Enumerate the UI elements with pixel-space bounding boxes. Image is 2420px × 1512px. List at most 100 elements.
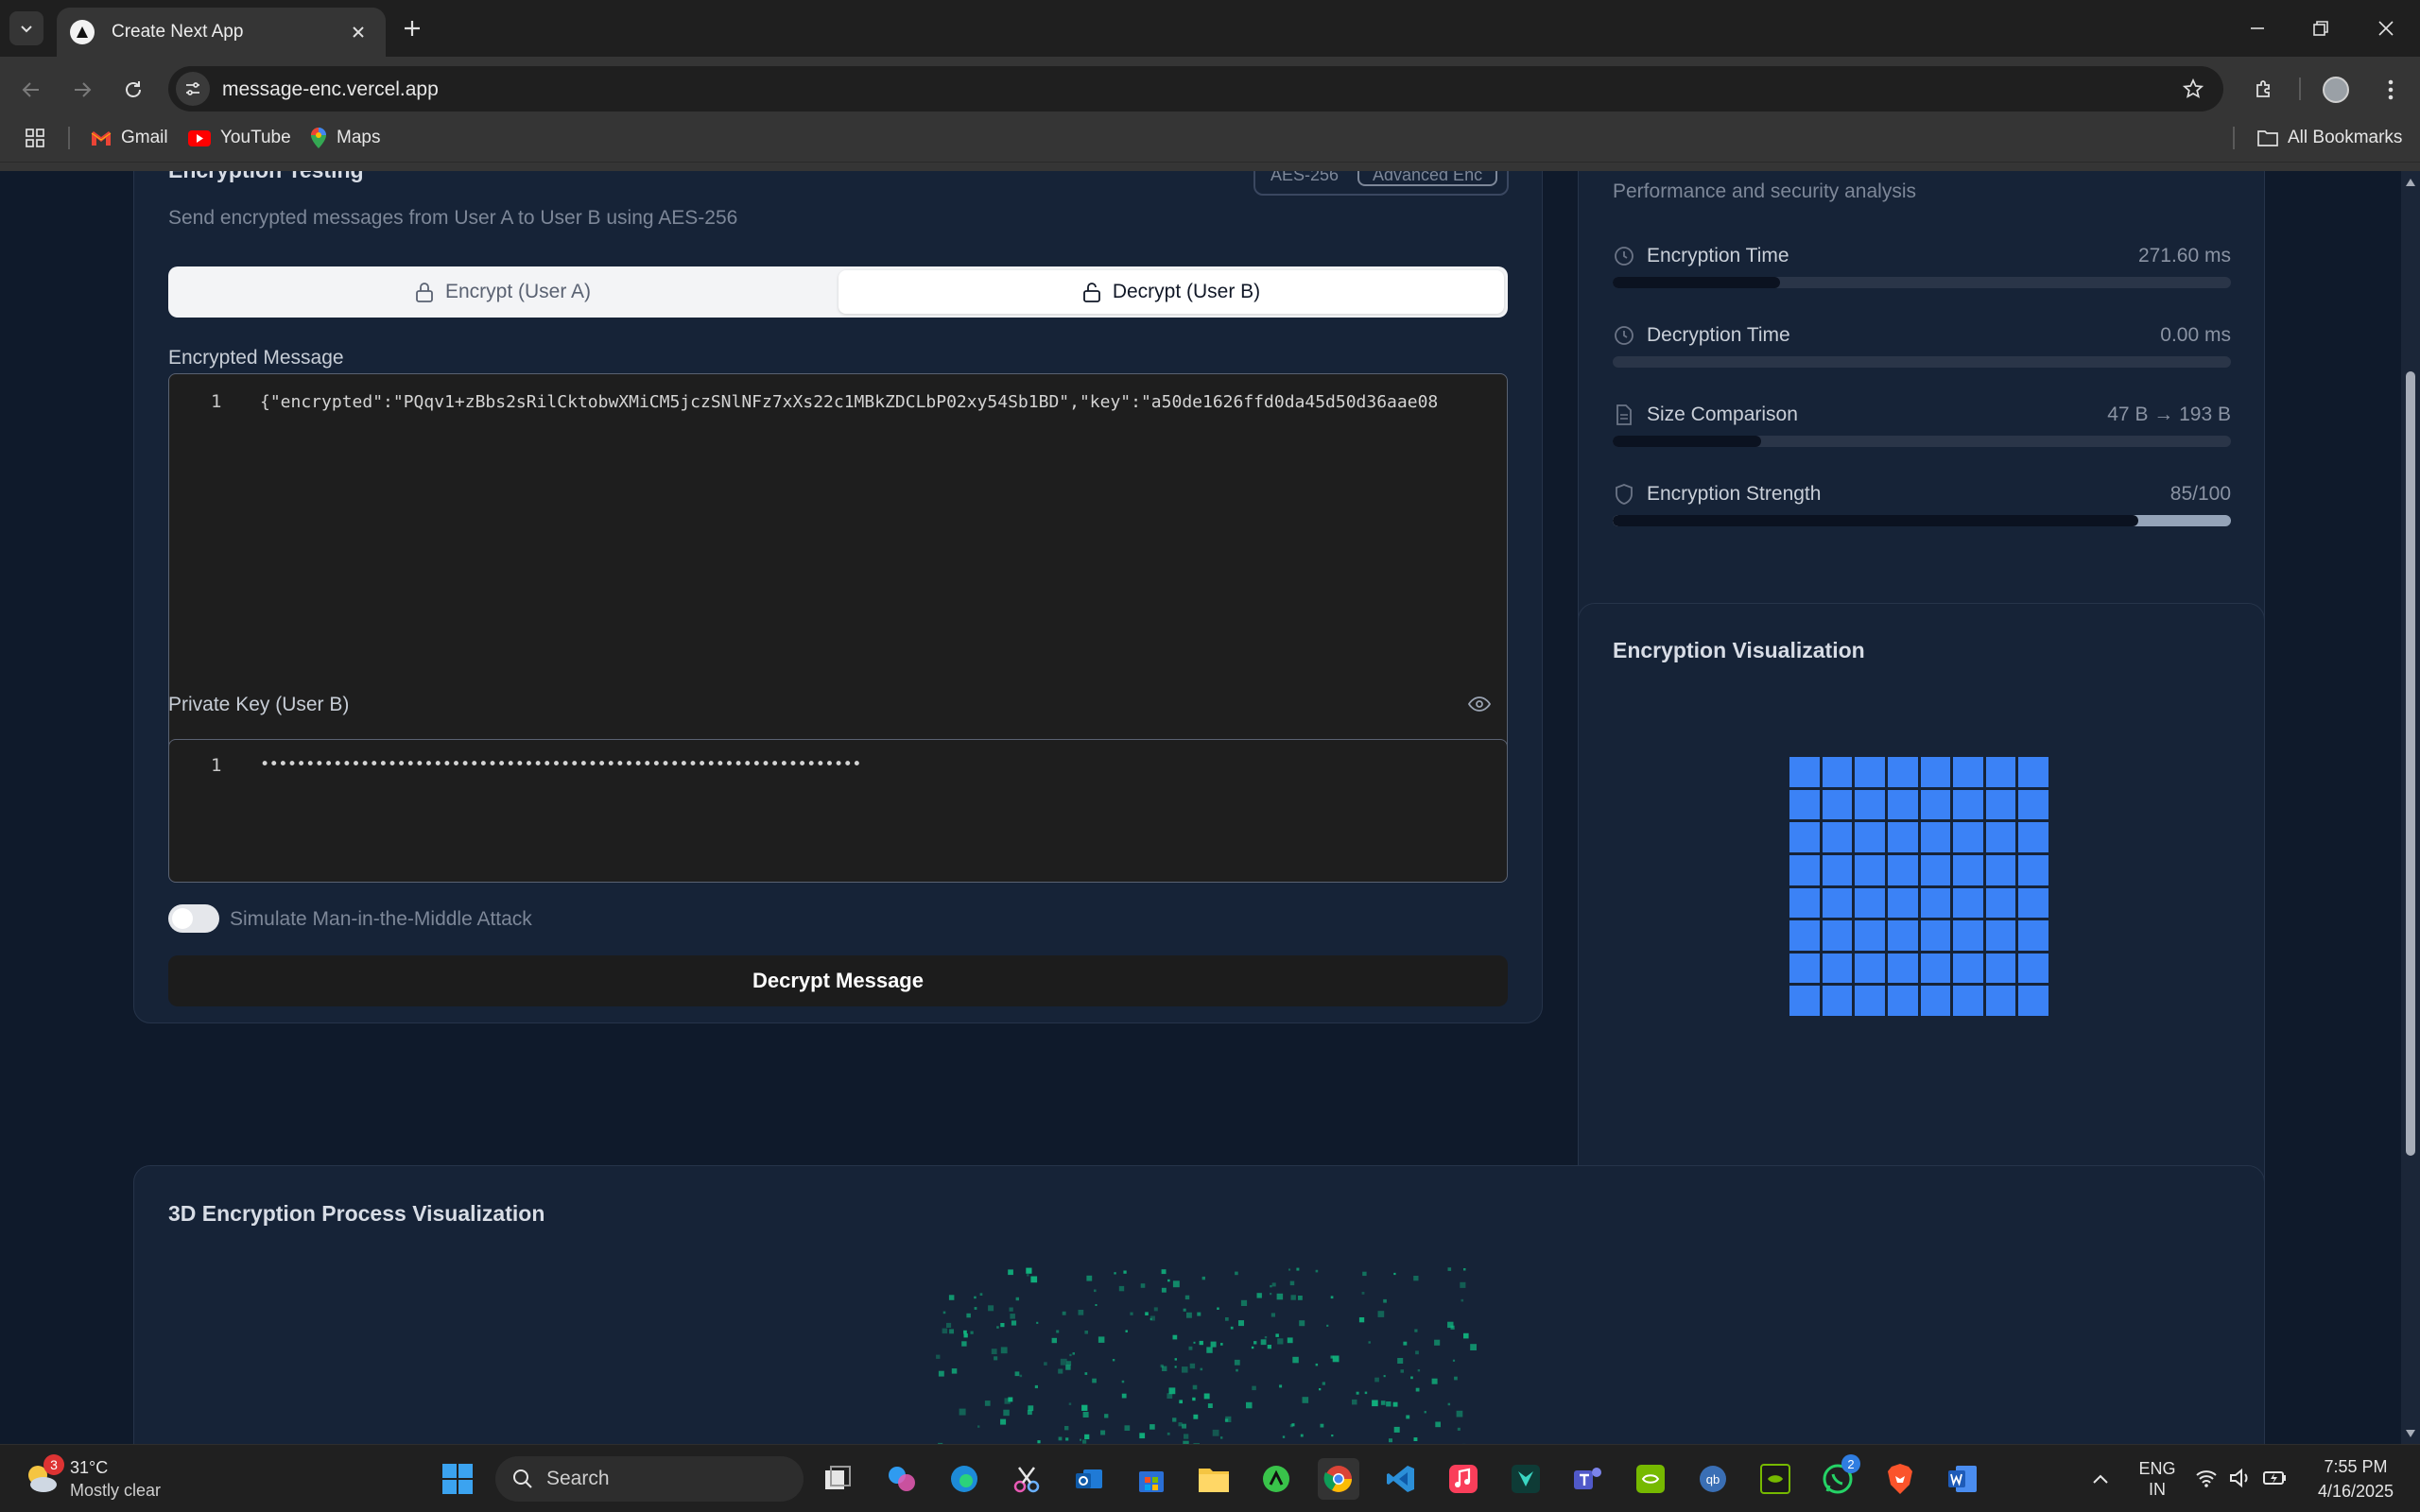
grid-cell xyxy=(1920,887,1951,919)
scroll-up-icon[interactable] xyxy=(2405,177,2416,188)
clock[interactable]: 7:55 PM 4/16/2025 xyxy=(2307,1454,2405,1503)
metric-value: 271.60 ms xyxy=(2137,245,2231,266)
whatsapp-app[interactable]: 2 xyxy=(1817,1454,1860,1500)
grid-cell xyxy=(1953,789,1983,820)
bookmark-youtube[interactable]: YouTube xyxy=(188,123,291,153)
grid-cell xyxy=(1887,822,1918,852)
metric-encryption-time: Encryption Time 271.60 ms xyxy=(1613,245,2231,288)
shield-icon xyxy=(1613,483,1635,506)
grid-cell xyxy=(1789,822,1820,852)
store-app[interactable] xyxy=(1131,1458,1172,1500)
predator-icon xyxy=(1512,1465,1540,1493)
private-key-editor[interactable]: 1 ••••••••••••••••••••••••••••••••••••••… xyxy=(168,739,1508,883)
snipping-tool-app[interactable] xyxy=(1006,1458,1047,1500)
grid-cell xyxy=(1953,822,1983,852)
metric-label: Decryption Time xyxy=(1647,324,1790,346)
browser-menu-button[interactable] xyxy=(2371,70,2411,110)
system-tray[interactable] xyxy=(2195,1468,2288,1488)
scroll-thumb[interactable] xyxy=(2406,371,2415,1156)
file-explorer-app[interactable] xyxy=(1193,1458,1235,1500)
mitm-toggle[interactable] xyxy=(168,904,219,933)
show-hidden-icons-button[interactable] xyxy=(2080,1458,2121,1500)
tune-icon xyxy=(186,82,199,95)
encrypted-message-text: {"encrypted":"PQqv1+zBbs2sRilCktobwXMiCM… xyxy=(260,392,1439,412)
puzzle-icon xyxy=(2256,80,2270,97)
nvidia-icon xyxy=(1636,1465,1665,1493)
weather-widget[interactable]: 3 31°C Mostly clear xyxy=(23,1454,212,1503)
apps-button[interactable] xyxy=(25,123,45,153)
vscode-app[interactable] xyxy=(1380,1458,1422,1500)
task-view-button[interactable] xyxy=(817,1458,858,1500)
outlook-app[interactable] xyxy=(1068,1458,1110,1500)
teams-icon xyxy=(1574,1468,1601,1489)
task-view-icon xyxy=(825,1466,851,1489)
start-button[interactable] xyxy=(437,1458,478,1500)
brave-lion-icon xyxy=(1888,1464,1912,1494)
qbittorrent-app[interactable]: qb xyxy=(1692,1458,1734,1500)
bookmarks-divider xyxy=(2233,127,2235,149)
browser-tab[interactable]: Create Next App xyxy=(57,8,386,57)
music-app[interactable] xyxy=(1443,1458,1484,1500)
progress-track xyxy=(1613,356,2231,368)
address-bar[interactable]: message-enc.vercel.app xyxy=(168,66,2223,112)
back-button[interactable] xyxy=(11,70,51,110)
taskbar-search[interactable]: Search xyxy=(495,1456,804,1502)
predator-app[interactable] xyxy=(1505,1458,1547,1500)
bookmark-maps[interactable]: Maps xyxy=(310,123,380,153)
weather-badge: 3 xyxy=(43,1454,64,1475)
brave-app[interactable] xyxy=(1879,1458,1921,1500)
profile-button[interactable] xyxy=(2316,70,2356,110)
word-app[interactable] xyxy=(1942,1458,1983,1500)
chrome-app[interactable] xyxy=(1318,1458,1359,1500)
metric-value: 85/100 xyxy=(2169,483,2231,505)
tab-encrypt-user-a[interactable]: Encrypt (User A) xyxy=(172,270,834,314)
leaf-app-icon xyxy=(1263,1466,1289,1492)
word-icon xyxy=(1948,1466,1977,1492)
page-scrollbar[interactable] xyxy=(2401,171,2420,1444)
tab-decrypt-user-b[interactable]: Decrypt (User B) xyxy=(838,270,1504,314)
bookmark-star-button[interactable] xyxy=(2178,74,2208,104)
decrypt-message-button[interactable]: Decrypt Message xyxy=(168,955,1508,1006)
extensions-button[interactable] xyxy=(2244,70,2284,110)
lang-line: IN xyxy=(2149,1480,2166,1499)
tab-close-icon[interactable] xyxy=(344,18,372,46)
bookmark-label: YouTube xyxy=(220,128,291,147)
tab-search-button[interactable] xyxy=(9,11,43,45)
clock-icon xyxy=(1613,324,1635,347)
site-info-button[interactable] xyxy=(176,72,210,106)
green-app[interactable] xyxy=(1255,1458,1297,1500)
all-bookmarks-label: All Bookmarks xyxy=(2288,128,2403,147)
grid-cell xyxy=(1789,757,1820,787)
grid-cell xyxy=(1887,986,1918,1016)
close-window-button[interactable] xyxy=(2358,9,2414,47)
toggle-visibility-button[interactable] xyxy=(1467,695,1494,717)
new-tab-button[interactable] xyxy=(395,11,429,45)
progress-fill xyxy=(1613,515,2138,526)
reload-icon xyxy=(126,81,141,97)
grid-cell xyxy=(1920,822,1951,852)
nvidia-app[interactable] xyxy=(1630,1458,1671,1500)
toolbar-divider xyxy=(2299,77,2301,100)
grid-cell xyxy=(1789,920,1820,951)
forward-button[interactable] xyxy=(62,70,102,110)
mode-switch: Encrypt (User A) Decrypt (User B) xyxy=(168,266,1508,318)
teams-app[interactable] xyxy=(1567,1458,1609,1500)
grid-cell xyxy=(1985,789,2016,820)
reload-button[interactable] xyxy=(113,70,153,110)
minimize-button[interactable] xyxy=(2229,9,2286,47)
edge-app[interactable] xyxy=(943,1458,985,1500)
language-indicator[interactable]: ENG IN xyxy=(2136,1458,2178,1500)
grid-cell xyxy=(1855,953,1885,984)
all-bookmarks-button[interactable]: All Bookmarks xyxy=(2257,123,2402,153)
encryption-testing-subtitle: Send encrypted messages from User A to U… xyxy=(168,207,738,229)
grid-cell xyxy=(1953,854,1983,885)
unlock-icon xyxy=(416,283,433,302)
nvidia-control-app[interactable] xyxy=(1754,1458,1796,1500)
restore-button[interactable] xyxy=(2292,9,2349,47)
metric-value: 47 B → 193 B xyxy=(2107,404,2231,425)
grid-cell xyxy=(2018,757,2048,787)
copilot-app[interactable] xyxy=(881,1458,923,1500)
grid-cell xyxy=(1855,822,1885,852)
scroll-down-icon[interactable] xyxy=(2405,1428,2416,1439)
bookmark-gmail[interactable]: Gmail xyxy=(91,123,168,153)
